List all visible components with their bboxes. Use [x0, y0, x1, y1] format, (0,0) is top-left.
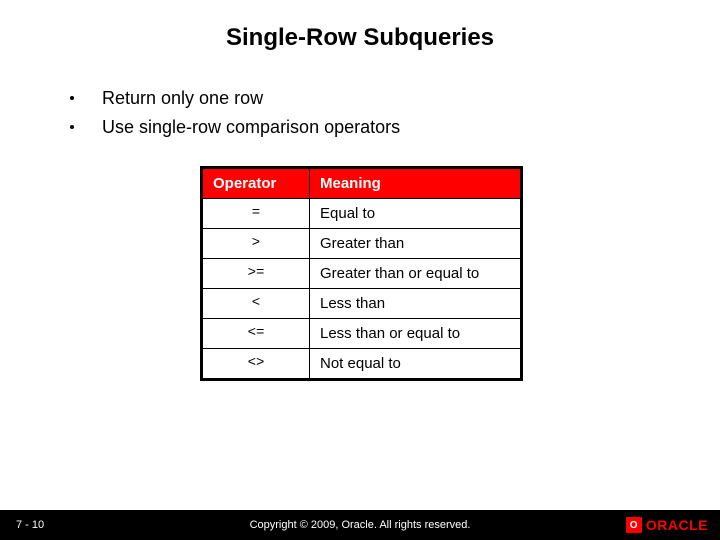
cell-meaning: Less than [310, 288, 522, 318]
col-operator: Operator [202, 167, 310, 198]
cell-meaning: Greater than or equal to [310, 258, 522, 288]
operators-table: Operator Meaning = Equal to > Greater th… [200, 166, 523, 381]
cell-meaning: Not equal to [310, 348, 522, 379]
oracle-logo-text: ORACLE [646, 517, 708, 533]
oracle-logo: O ORACLE [626, 517, 708, 533]
copyright-text: Copyright © 2009, Oracle. All rights res… [0, 519, 720, 531]
cell-operator: <> [202, 348, 310, 379]
cell-operator: < [202, 288, 310, 318]
cell-operator: = [202, 198, 310, 228]
table-row: >= Greater than or equal to [202, 258, 522, 288]
bullet-list: Return only one row Use single-row compa… [70, 84, 720, 142]
bullet-text: Use single-row comparison operators [102, 113, 400, 142]
table-row: <= Less than or equal to [202, 318, 522, 348]
cell-operator: <= [202, 318, 310, 348]
list-item: Use single-row comparison operators [70, 113, 720, 142]
table-row: <> Not equal to [202, 348, 522, 379]
cell-operator: > [202, 228, 310, 258]
slide: Single-Row Subqueries Return only one ro… [0, 0, 720, 540]
list-item: Return only one row [70, 84, 720, 113]
operators-table-wrap: Operator Meaning = Equal to > Greater th… [200, 166, 720, 381]
table-row: = Equal to [202, 198, 522, 228]
col-meaning: Meaning [310, 167, 522, 198]
cell-meaning: Less than or equal to [310, 318, 522, 348]
bullet-icon [70, 96, 74, 100]
table-row: > Greater than [202, 228, 522, 258]
oracle-logo-icon: O [626, 517, 642, 533]
table-header-row: Operator Meaning [202, 167, 522, 198]
bullet-text: Return only one row [102, 84, 263, 113]
cell-meaning: Equal to [310, 198, 522, 228]
slide-title: Single-Row Subqueries [0, 0, 720, 52]
footer-bar: 7 - 10 Copyright © 2009, Oracle. All rig… [0, 510, 720, 540]
bullet-icon [70, 125, 74, 129]
page-number: 7 - 10 [16, 519, 44, 531]
cell-operator: >= [202, 258, 310, 288]
table-row: < Less than [202, 288, 522, 318]
cell-meaning: Greater than [310, 228, 522, 258]
